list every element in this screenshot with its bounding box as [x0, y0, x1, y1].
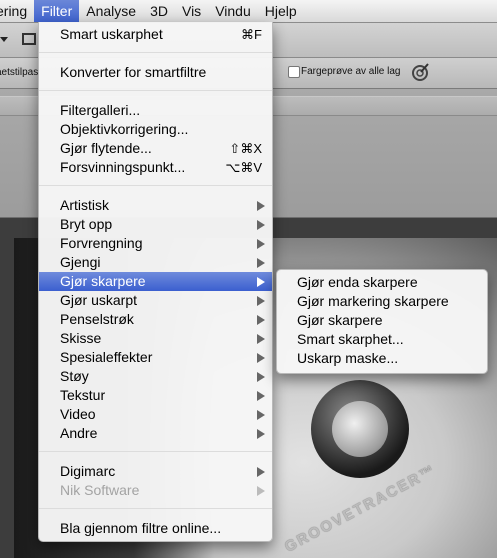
menu-item-gjor-flytende[interactable]: Gjør flytende... ⇧⌘X [39, 139, 272, 158]
menu-3d[interactable]: 3D [143, 0, 175, 22]
dropdown-arrow-icon[interactable] [0, 37, 8, 42]
menu-vindu[interactable]: Vindu [208, 0, 258, 22]
menu-item-label: Tekstur [60, 387, 106, 403]
submenu-arrow-icon [257, 372, 265, 382]
menu-item-label: Forsvinningspunkt... [60, 159, 186, 175]
menu-item-label: Gjør uskarpt [60, 292, 138, 308]
menu-item-shortcut: ⌥⌘V [225, 160, 262, 175]
menu-item-gjor-skarpere[interactable]: Gjør skarpere [39, 272, 272, 291]
menu-analyse[interactable]: Analyse [79, 0, 143, 22]
menu-item-digimarc[interactable]: Digimarc [39, 462, 272, 481]
menu-vis[interactable]: Vis [175, 0, 208, 22]
menu-item-label: Forvrengning [60, 235, 143, 251]
menu-item-bryt-opp[interactable]: Bryt opp [39, 215, 272, 234]
menu-item-label: Konverter for smartfiltre [60, 64, 207, 80]
options-left-label: aetstilpas [0, 67, 39, 78]
menu-separator [39, 52, 272, 53]
submenu-arrow-icon [257, 486, 265, 496]
menu-item-label: Objektivkorrigering... [60, 121, 189, 137]
menu-item-tekstur[interactable]: Tekstur [39, 386, 272, 405]
submenu-item-uskarp-maske[interactable]: Uskarp maske... [297, 349, 398, 368]
submenu-item-gjor-enda-skarpere[interactable]: Gjør enda skarpere [297, 273, 418, 292]
menu-item-shortcut: ⇧⌘X [229, 141, 262, 156]
submenu-item-smart-skarphet[interactable]: Smart skarphet... [297, 330, 404, 349]
menu-redigering[interactable]: ering [0, 0, 34, 22]
target-brush-icon[interactable] [410, 62, 430, 82]
menu-item-label: Bla gjennom filtre online... [60, 520, 222, 536]
menu-item-label: Gjør flytende... [60, 140, 152, 156]
menu-item-label: Filtergalleri... [60, 102, 141, 118]
screen-mode-icon[interactable] [22, 33, 36, 45]
menu-item-video[interactable]: Video [39, 405, 272, 424]
submenu-item-gjor-skarpere[interactable]: Gjør skarpere [297, 311, 383, 330]
menu-separator [39, 185, 272, 186]
sample-all-layers-label: Fargeprøve av alle lag [301, 66, 401, 77]
knob-cap [332, 401, 388, 457]
menu-item-label: Digimarc [60, 463, 116, 479]
menu-item-gjor-uskarpt[interactable]: Gjør uskarpt [39, 291, 272, 310]
menu-item-label: Gjør skarpere [60, 273, 146, 289]
menu-item-stoy[interactable]: Støy [39, 367, 272, 386]
app-menu-bar: ering Filter Analyse 3D Vis Vindu Hjelp [0, 0, 497, 23]
menu-item-forsvinningspunkt[interactable]: Forsvinningspunkt... ⌥⌘V [39, 158, 272, 177]
menu-item-filtergalleri[interactable]: Filtergalleri... [39, 101, 272, 120]
menu-item-label: Nik Software [60, 482, 140, 498]
menu-filter[interactable]: Filter [34, 0, 80, 22]
menu-item-label: Gjengi [60, 254, 101, 270]
sample-all-layers-checkbox[interactable] [288, 66, 300, 78]
menu-item-spesialeffekter[interactable]: Spesialeffekter [39, 348, 272, 367]
submenu-arrow-icon [257, 239, 265, 249]
submenu-arrow-icon [257, 277, 265, 287]
menu-item-forvrengning[interactable]: Forvrengning [39, 234, 272, 253]
menu-item-nik-software: Nik Software [39, 481, 272, 500]
menu-item-label: Artistisk [60, 197, 109, 213]
menu-item-andre[interactable]: Andre [39, 424, 272, 443]
menu-hjelp[interactable]: Hjelp [258, 0, 304, 22]
menu-item-label: Skisse [60, 330, 102, 346]
menu-item-objektivkorrigering[interactable]: Objektivkorrigering... [39, 120, 272, 139]
submenu-item-gjor-markering-skarpere[interactable]: Gjør markering skarpere [297, 292, 449, 311]
submenu-arrow-icon [257, 467, 265, 477]
menu-separator [39, 451, 272, 452]
submenu-arrow-icon [257, 410, 265, 420]
menu-item-artistisk[interactable]: Artistisk [39, 196, 272, 215]
submenu-arrow-icon [257, 201, 265, 211]
menu-item-label: Spesialeffekter [60, 349, 153, 365]
menu-item-bla-gjennom-filtre-online[interactable]: Bla gjennom filtre online... [39, 519, 272, 538]
submenu-arrow-icon [257, 315, 265, 325]
menu-item-konverter-smartfiltre[interactable]: Konverter for smartfiltre [39, 63, 272, 82]
submenu-arrow-icon [257, 334, 265, 344]
menu-item-label: Støy [60, 368, 89, 384]
sharpen-submenu: Gjør enda skarpere Gjør markering skarpe… [276, 269, 488, 374]
submenu-arrow-icon [257, 296, 265, 306]
menu-item-gjengi[interactable]: Gjengi [39, 253, 272, 272]
menu-item-label: Andre [60, 425, 98, 441]
submenu-arrow-icon [257, 258, 265, 268]
submenu-arrow-icon [257, 220, 265, 230]
submenu-arrow-icon [257, 391, 265, 401]
menu-item-skisse[interactable]: Skisse [39, 329, 272, 348]
menu-item-shortcut: ⌘F [241, 27, 262, 42]
menu-item-smart-uskarphet[interactable]: Smart uskarphet ⌘F [39, 25, 272, 44]
submenu-arrow-icon [257, 353, 265, 363]
menu-item-label: Smart uskarphet [60, 26, 163, 42]
menu-item-label: Penselstrøk [60, 311, 134, 327]
menu-item-label: Video [60, 406, 96, 422]
menu-separator [39, 90, 272, 91]
submenu-arrow-icon [257, 429, 265, 439]
menu-separator [39, 508, 272, 509]
menu-item-label: Bryt opp [60, 216, 113, 232]
menu-item-penselstrok[interactable]: Penselstrøk [39, 310, 272, 329]
filter-menu: Smart uskarphet ⌘F Konverter for smartfi… [38, 22, 273, 542]
